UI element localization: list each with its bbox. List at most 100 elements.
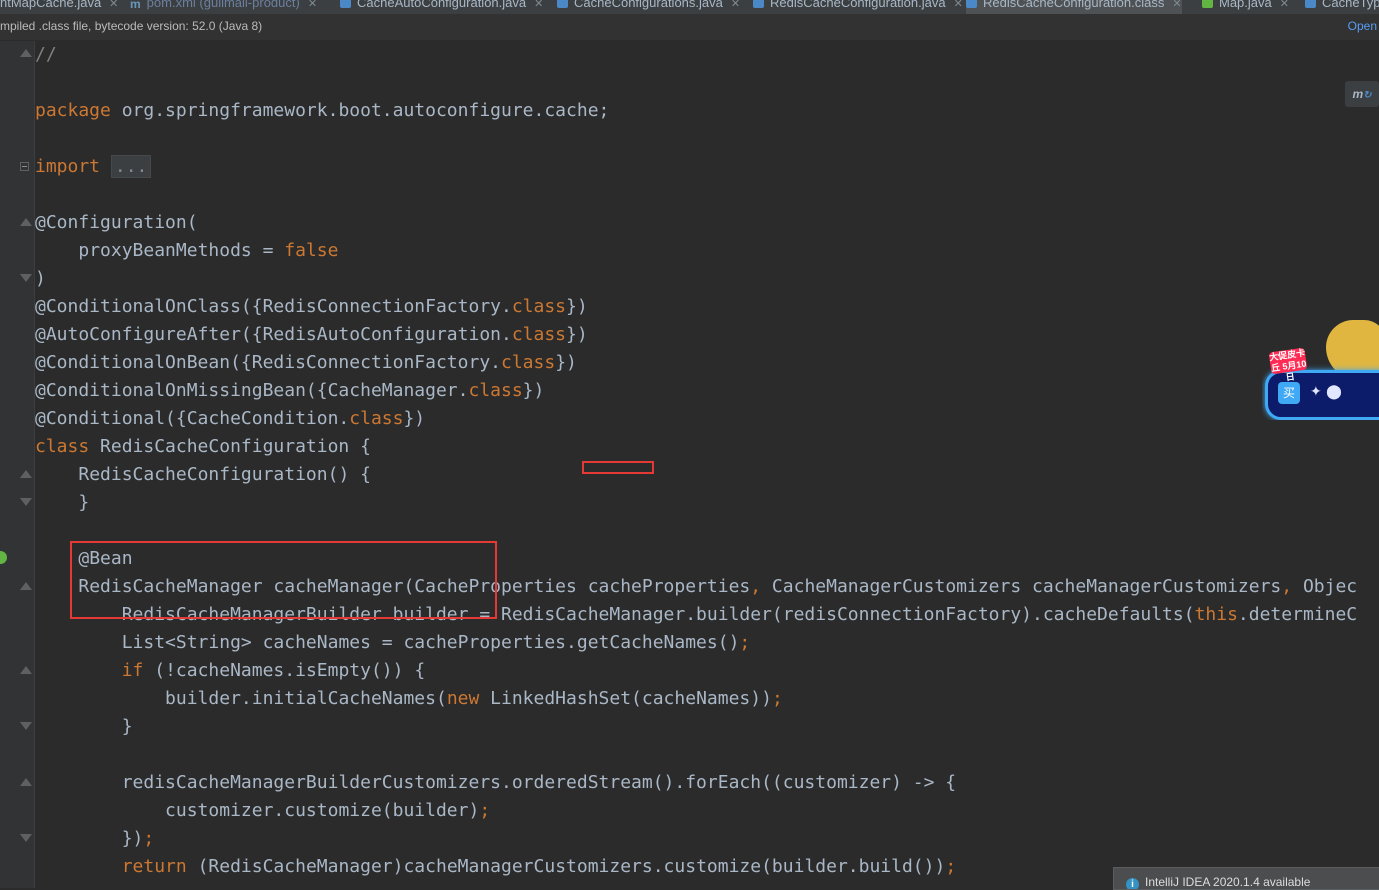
code-editor[interactable]: // package org.springframework.boot.auto… bbox=[35, 41, 1379, 888]
brace: }) bbox=[121, 828, 144, 849]
fold-marker-icon[interactable] bbox=[20, 274, 32, 282]
keyword: new bbox=[446, 688, 480, 709]
annotation-highlight-box bbox=[582, 461, 654, 474]
class-icon bbox=[557, 0, 568, 8]
editor-tab-bar: ntMapCache.java ✕ m pom.xml (gulimall-prod… bbox=[0, 0, 1379, 15]
close-icon[interactable]: ✕ bbox=[109, 0, 118, 10]
paren: }) bbox=[566, 324, 588, 345]
promo-icons: ✦ ⬤ bbox=[1310, 384, 1342, 400]
keyword: if bbox=[121, 660, 144, 681]
promo-widget[interactable]: 大促皮卡丘 5月10日 买 ✦ ⬤ bbox=[1262, 320, 1379, 420]
fold-marker-icon[interactable] bbox=[20, 582, 32, 590]
update-notification[interactable]: i IntelliJ IDEA 2020.1.4 available bbox=[1113, 867, 1379, 890]
code-line: proxyBeanMethods = false bbox=[35, 237, 338, 265]
tab-redis-cache-configuration-class[interactable]: RedisCacheConfiguration.class ✕ bbox=[966, 0, 1182, 14]
tab-map[interactable]: Map.java ✕ bbox=[1202, 0, 1289, 14]
fold-marker-icon[interactable] bbox=[20, 218, 32, 226]
brace: } bbox=[121, 716, 133, 737]
tab-cache-configurations[interactable]: CacheConfigurations.java ✕ bbox=[557, 0, 740, 14]
info-icon: i bbox=[1126, 878, 1139, 889]
keyword: class bbox=[501, 352, 556, 373]
tab-redis-cache-configuration-java[interactable]: RedisCacheConfiguration.java ✕ bbox=[753, 0, 963, 14]
semicolon: ; bbox=[479, 800, 491, 821]
fold-marker-icon[interactable] bbox=[20, 666, 32, 674]
class-icon bbox=[966, 0, 977, 8]
tab-label: ntMapCache.java bbox=[0, 0, 102, 10]
editor-gutter bbox=[0, 41, 35, 888]
statement: (RedisCacheManager)cacheManagerCustomize… bbox=[186, 856, 946, 877]
statement: LinkedHashSet(cacheNames)) bbox=[479, 688, 772, 709]
code-line: @Conditional({CacheCondition.class}) bbox=[35, 405, 425, 433]
semicolon: ; bbox=[945, 856, 957, 877]
fold-marker-icon[interactable] bbox=[20, 722, 32, 730]
comma: , bbox=[750, 576, 762, 597]
tab-cachetype[interactable]: CacheTyp bbox=[1305, 0, 1379, 14]
fold-marker-icon[interactable] bbox=[20, 49, 32, 57]
tab-label: RedisCacheConfiguration.class bbox=[983, 0, 1165, 10]
class-icon bbox=[340, 0, 351, 8]
code-line: List<String> cacheNames = cachePropertie… bbox=[35, 629, 751, 657]
keyword: false bbox=[284, 240, 339, 261]
code-line: @AutoConfigureAfter({RedisAutoConfigurat… bbox=[35, 321, 588, 349]
code-line: if (!cacheNames.isEmpty()) { bbox=[35, 657, 425, 685]
code-line: @ConditionalOnClass({RedisConnectionFact… bbox=[35, 293, 588, 321]
paren: }) bbox=[403, 408, 426, 429]
fold-expand-icon[interactable] bbox=[20, 162, 29, 171]
close-icon[interactable]: ✕ bbox=[1280, 0, 1289, 10]
semicolon: ; bbox=[143, 828, 155, 849]
annotation: @Conditional({CacheCondition. bbox=[35, 408, 350, 429]
keyword: class bbox=[511, 296, 567, 317]
tab-cache-auto-configuration[interactable]: CacheAutoConfiguration.java ✕ bbox=[340, 0, 543, 14]
enum-icon bbox=[1305, 0, 1316, 8]
fold-marker-icon[interactable] bbox=[20, 834, 32, 842]
fold-marker-icon[interactable] bbox=[20, 498, 32, 506]
fold-marker-icon[interactable] bbox=[20, 778, 32, 786]
code-line: } bbox=[35, 489, 89, 517]
tab-label: Map.java bbox=[1219, 0, 1272, 10]
brace: } bbox=[78, 492, 90, 513]
code-line: RedisCacheConfiguration() { bbox=[35, 461, 371, 489]
keyword: package bbox=[35, 100, 111, 121]
paren: ) bbox=[35, 268, 46, 289]
promo-button[interactable]: 买 bbox=[1278, 382, 1300, 404]
code-line: } bbox=[35, 713, 133, 741]
paren: }) bbox=[522, 380, 545, 401]
annotation-property: proxyBeanMethods = bbox=[78, 240, 285, 261]
annotation: @ConditionalOnBean({RedisConnectionFacto… bbox=[35, 352, 501, 373]
code-line: customizer.customize(builder); bbox=[35, 797, 490, 825]
tab-label: RedisCacheConfiguration.java bbox=[770, 0, 946, 10]
code-line: import ... bbox=[35, 153, 152, 181]
tab-label: CacheAutoConfiguration.java bbox=[357, 0, 527, 10]
code-line: ) bbox=[35, 265, 46, 293]
annotation: @Configuration( bbox=[35, 212, 198, 233]
comma: , bbox=[1281, 576, 1293, 597]
paren: }) bbox=[566, 296, 588, 317]
fold-marker-icon[interactable] bbox=[20, 470, 32, 478]
statement: redisCacheManagerBuilderCustomizers.orde… bbox=[121, 772, 957, 793]
tab-pom[interactable]: m pom.xml (gulimall-product) ✕ bbox=[130, 0, 317, 14]
close-icon[interactable]: ✕ bbox=[731, 0, 740, 10]
close-icon[interactable]: ✕ bbox=[534, 0, 543, 10]
annotation: @ConditionalOnClass({RedisConnectionFact… bbox=[35, 296, 512, 317]
method-param: Objec bbox=[1292, 576, 1358, 597]
close-icon[interactable]: ✕ bbox=[308, 0, 317, 10]
bean-highlight-box bbox=[70, 541, 497, 619]
open-link[interactable]: Open bbox=[1348, 15, 1377, 38]
statement: customizer.customize(builder) bbox=[165, 800, 480, 821]
sync-icon: ↻ bbox=[1363, 90, 1372, 101]
close-icon[interactable]: ✕ bbox=[1172, 0, 1181, 10]
tab-ntmapcache[interactable]: ntMapCache.java ✕ bbox=[0, 0, 118, 14]
close-icon[interactable]: ✕ bbox=[954, 0, 963, 10]
statement: builder.initialCacheNames( bbox=[165, 688, 447, 709]
tab-label: CacheTyp bbox=[1322, 0, 1379, 10]
code-line: redisCacheManagerBuilderCustomizers.orde… bbox=[35, 769, 956, 797]
info-message: mpiled .class file, bytecode version: 52… bbox=[0, 19, 263, 33]
code-line: @ConditionalOnMissingBean({CacheManager.… bbox=[35, 377, 544, 405]
code-line: // bbox=[35, 41, 57, 69]
code-line: return (RedisCacheManager)cacheManagerCu… bbox=[35, 853, 956, 881]
collapsed-imports[interactable]: ... bbox=[110, 155, 152, 178]
semicolon: ; bbox=[739, 632, 751, 653]
maven-load-changes-button[interactable]: m↻ bbox=[1345, 81, 1379, 107]
keyword: return bbox=[121, 856, 187, 877]
maven-label: m bbox=[1352, 87, 1364, 101]
